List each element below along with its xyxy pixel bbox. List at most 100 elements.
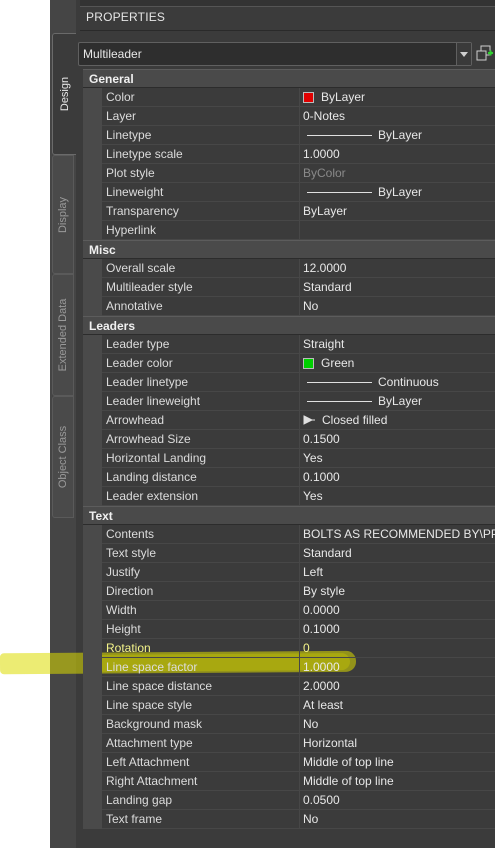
property-value[interactable]: 0.0500 (300, 791, 495, 810)
property-row-color[interactable]: Color ByLayer (83, 88, 495, 107)
property-value[interactable]: Left (300, 563, 495, 582)
property-value[interactable]: ByLayer (300, 88, 495, 107)
property-value[interactable]: Horizontal (300, 734, 495, 753)
property-value[interactable]: 0.0000 (300, 601, 495, 620)
tab-design[interactable]: Design (52, 33, 76, 155)
row-gutter (83, 164, 102, 183)
property-value[interactable] (300, 221, 495, 240)
property-name: Horizontal Landing (102, 449, 300, 468)
row-gutter (83, 734, 102, 753)
property-row-leader-extension[interactable]: Leader extension Yes (83, 487, 495, 506)
property-value-text: BOLTS AS RECOMMENDED BY\PPIP (303, 526, 495, 541)
row-gutter (83, 601, 102, 620)
property-row-landing-distance[interactable]: Landing distance 0.1000 (83, 468, 495, 487)
property-name: Height (102, 620, 300, 639)
property-row-direction[interactable]: Direction By style (83, 582, 495, 601)
property-value[interactable]: 12.0000 (300, 259, 495, 278)
property-row-arrowhead[interactable]: Arrowhead Closed filled (83, 411, 495, 430)
category-misc[interactable]: Misc (83, 240, 495, 259)
property-value[interactable]: BOLTS AS RECOMMENDED BY\PPIP (300, 525, 495, 544)
property-row-height[interactable]: Height 0.1000 (83, 620, 495, 639)
property-value[interactable]: At least (300, 696, 495, 715)
property-row-leader-linetype[interactable]: Leader linetype Continuous (83, 373, 495, 392)
color-swatch-icon (303, 357, 314, 369)
property-row-horizontal-landing[interactable]: Horizontal Landing Yes (83, 449, 495, 468)
chevron-down-icon[interactable] (456, 43, 471, 65)
linetype-preview-icon (307, 134, 372, 136)
category-leaders[interactable]: Leaders (83, 316, 495, 335)
property-row-left-attachment[interactable]: Left Attachment Middle of top line (83, 753, 495, 772)
category-general[interactable]: General (83, 69, 495, 88)
property-row-line-space-factor[interactable]: Line space factor 1.0000 (83, 658, 495, 677)
property-row-lineweight[interactable]: Lineweight ByLayer (83, 183, 495, 202)
linetype-preview-icon (307, 400, 372, 402)
property-row-linetype-scale[interactable]: Linetype scale 1.0000 (83, 145, 495, 164)
property-value[interactable]: Straight (300, 335, 495, 354)
property-value[interactable]: Standard (300, 278, 495, 297)
property-value-text: Closed filled (322, 412, 388, 427)
property-value[interactable]: 1.0000 (300, 145, 495, 164)
property-row-overall-scale[interactable]: Overall scale 12.0000 (83, 259, 495, 278)
property-row-line-space-distance[interactable]: Line space distance 2.0000 (83, 677, 495, 696)
row-gutter (83, 544, 102, 563)
property-row-justify[interactable]: Justify Left (83, 563, 495, 582)
property-value[interactable]: No (300, 715, 495, 734)
property-row-leader-type[interactable]: Leader type Straight (83, 335, 495, 354)
property-row-linetype[interactable]: Linetype ByLayer (83, 126, 495, 145)
category-text[interactable]: Text (83, 506, 495, 525)
property-row-text-style[interactable]: Text style Standard (83, 544, 495, 563)
property-value[interactable]: 0.1500 (300, 430, 495, 449)
property-value[interactable]: Green (300, 354, 495, 373)
property-row-transparency[interactable]: Transparency ByLayer (83, 202, 495, 221)
property-value[interactable]: ByLayer (300, 126, 495, 145)
object-type-select[interactable]: Multileader (78, 42, 472, 66)
property-value-text: 1.0000 (303, 146, 340, 161)
property-row-rotation[interactable]: Rotation 0 (83, 639, 495, 658)
property-value[interactable]: 0.1000 (300, 620, 495, 639)
property-value[interactable]: Middle of top line (300, 772, 495, 791)
property-name: Layer (102, 107, 300, 126)
tab-display[interactable]: Display (52, 155, 74, 274)
property-row-hyperlink[interactable]: Hyperlink (83, 221, 495, 240)
property-row-contents[interactable]: Contents BOLTS AS RECOMMENDED BY\PPIP (83, 525, 495, 544)
property-value-text: At least (303, 697, 344, 712)
property-row-annotative[interactable]: Annotative No (83, 297, 495, 316)
property-name: Linetype (102, 126, 300, 145)
property-value[interactable]: No (300, 810, 495, 829)
property-value-text: 0.0500 (303, 792, 340, 807)
property-value[interactable]: 2.0000 (300, 677, 495, 696)
property-value[interactable]: 0 (300, 639, 495, 658)
property-row-attachment-type[interactable]: Attachment type Horizontal (83, 734, 495, 753)
property-row-background-mask[interactable]: Background mask No (83, 715, 495, 734)
property-row-arrowhead-size[interactable]: Arrowhead Size 0.1500 (83, 430, 495, 449)
property-row-leader-lineweight[interactable]: Leader lineweight ByLayer (83, 392, 495, 411)
property-value[interactable]: ByColor (300, 164, 495, 183)
property-row-landing-gap[interactable]: Landing gap 0.0500 (83, 791, 495, 810)
tab-extended-data[interactable]: Extended Data (52, 274, 74, 396)
property-row-text-frame[interactable]: Text frame No (83, 810, 495, 829)
property-row-layer[interactable]: Layer 0-Notes (83, 107, 495, 126)
property-row-width[interactable]: Width 0.0000 (83, 601, 495, 620)
quick-select-icon[interactable] (476, 44, 494, 62)
property-row-plot-style[interactable]: Plot style ByColor (83, 164, 495, 183)
property-value[interactable]: No (300, 297, 495, 316)
property-value-text: ByLayer (378, 127, 423, 142)
property-row-multileader-style[interactable]: Multileader style Standard (83, 278, 495, 297)
tab-object-class[interactable]: Object Class (52, 396, 74, 518)
property-row-line-space-style[interactable]: Line space style At least (83, 696, 495, 715)
property-value[interactable]: Yes (300, 449, 495, 468)
property-value[interactable]: 0-Notes (300, 107, 495, 126)
property-row-leader-color[interactable]: Leader color Green (83, 354, 495, 373)
property-value[interactable]: ByLayer (300, 183, 495, 202)
property-value[interactable]: ByLayer (300, 392, 495, 411)
property-value[interactable]: 0.1000 (300, 468, 495, 487)
property-value[interactable]: Continuous (300, 373, 495, 392)
property-value[interactable]: By style (300, 582, 495, 601)
property-row-right-attachment[interactable]: Right Attachment Middle of top line (83, 772, 495, 791)
property-value[interactable]: Middle of top line (300, 753, 495, 772)
property-value[interactable]: ByLayer (300, 202, 495, 221)
property-value[interactable]: Closed filled (300, 411, 495, 430)
property-value[interactable]: Yes (300, 487, 495, 506)
property-value[interactable]: Standard (300, 544, 495, 563)
property-value[interactable]: 1.0000 (300, 658, 495, 677)
